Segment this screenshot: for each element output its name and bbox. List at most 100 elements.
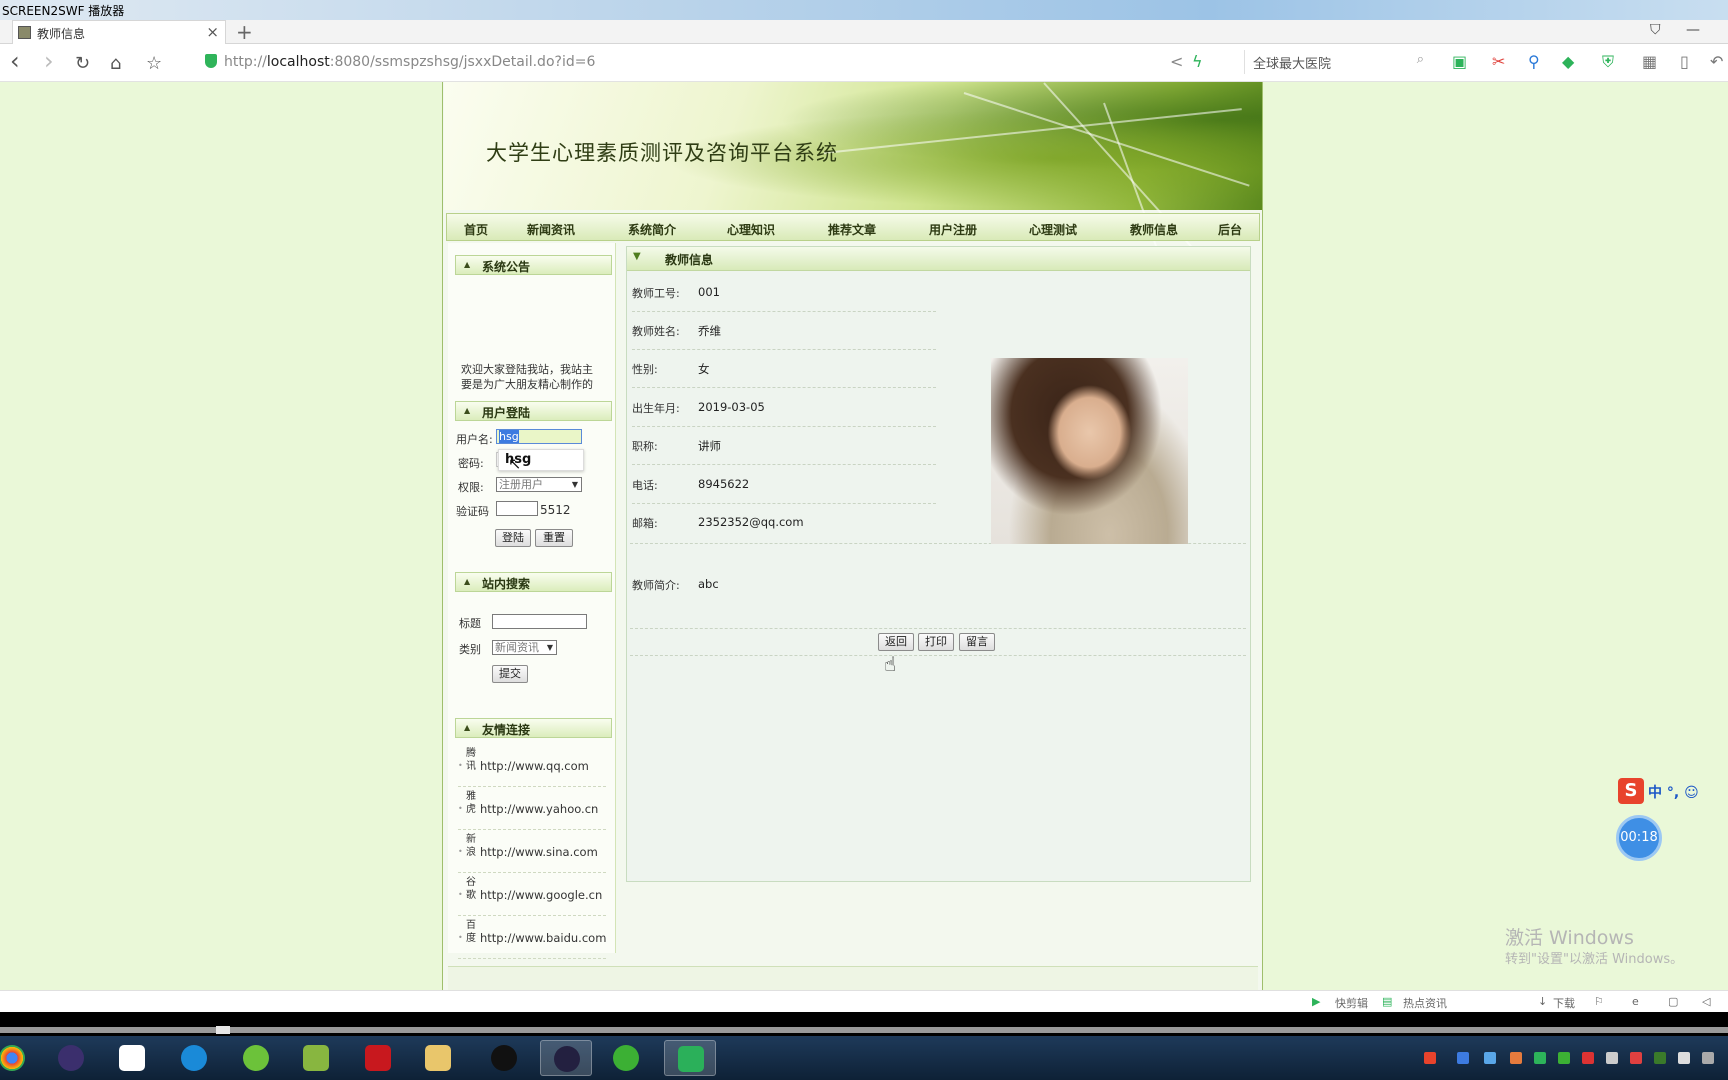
- notepad-app[interactable]: [290, 1040, 342, 1076]
- scissors-icon[interactable]: ✂: [1492, 52, 1505, 71]
- back-button[interactable]: 返回: [878, 633, 914, 651]
- link-url[interactable]: http://www.google.cn: [480, 888, 602, 902]
- role-select[interactable]: 注册用户 ▼: [496, 477, 582, 492]
- qq-app[interactable]: [478, 1040, 530, 1076]
- back-icon[interactable]: ‹: [10, 47, 20, 75]
- game-icon[interactable]: ◆: [1562, 52, 1574, 71]
- search-title-input[interactable]: [492, 614, 587, 629]
- link-item[interactable]: • 谷歌 http://www.google.cn: [458, 874, 606, 916]
- link-url[interactable]: http://www.qq.com: [480, 759, 589, 773]
- lightning-icon[interactable]: ϟ: [1192, 52, 1203, 71]
- link-url[interactable]: http://www.yahoo.cn: [480, 802, 598, 816]
- nav-register[interactable]: 用户注册: [929, 221, 977, 238]
- green-app[interactable]: [230, 1040, 282, 1076]
- link-item[interactable]: • 百度 http://www.baidu.com: [458, 917, 606, 959]
- tray-shield-icon[interactable]: [1534, 1052, 1546, 1064]
- tray-monitor-icon[interactable]: [1702, 1052, 1714, 1064]
- field-value: abc: [698, 577, 719, 591]
- nav-recommended[interactable]: 推荐文章: [828, 221, 876, 238]
- tray-color-icon[interactable]: [1510, 1052, 1522, 1064]
- window-icon[interactable]: ▢: [1668, 995, 1678, 1008]
- media-app[interactable]: [540, 1040, 592, 1076]
- share-icon[interactable]: <: [1170, 52, 1183, 71]
- volume-icon[interactable]: ◁: [1702, 995, 1710, 1008]
- tray-qq-icon[interactable]: [1630, 1052, 1642, 1064]
- flag-icon[interactable]: ⚐: [1594, 995, 1604, 1008]
- captcha-input[interactable]: [496, 501, 538, 516]
- notepad-icon: [303, 1045, 329, 1071]
- new-tab-button[interactable]: +: [236, 20, 253, 44]
- nav-admin[interactable]: 后台: [1218, 221, 1242, 238]
- tray-app-icon[interactable]: [1457, 1052, 1469, 1064]
- username-input[interactable]: hsg: [496, 429, 582, 444]
- hot-news-icon[interactable]: ▤: [1382, 995, 1392, 1008]
- hot-news-label[interactable]: 热点资讯: [1403, 995, 1447, 1011]
- tab-close-icon[interactable]: ×: [206, 23, 219, 41]
- nav-psych-knowledge[interactable]: 心理知识: [727, 221, 775, 238]
- print-button[interactable]: 打印: [918, 633, 954, 651]
- screen2swf-app[interactable]: [664, 1040, 716, 1076]
- link-url[interactable]: http://www.sina.com: [480, 845, 598, 859]
- security-icon[interactable]: ⛨: [1602, 52, 1614, 72]
- link-url[interactable]: http://www.baidu.com: [480, 931, 606, 945]
- find-icon[interactable]: ⚲: [1528, 52, 1540, 71]
- baidu-netdisk-app[interactable]: [106, 1040, 158, 1076]
- chrome-app[interactable]: [0, 1040, 38, 1076]
- link-item[interactable]: • 腾讯 http://www.qq.com: [458, 745, 606, 787]
- eclipse-app[interactable]: [45, 1040, 97, 1076]
- search-category-select[interactable]: 新闻资讯 ▼: [492, 640, 557, 655]
- ime-toolbar[interactable]: S 中 °, ☺: [1618, 778, 1728, 804]
- minimize-button[interactable]: —: [1686, 22, 1700, 38]
- forward-icon[interactable]: ›: [44, 47, 54, 75]
- download-icon[interactable]: ↓: [1538, 995, 1547, 1008]
- tray-wechat-icon[interactable]: [1558, 1052, 1570, 1064]
- link-item[interactable]: • 新浪 http://www.sina.com: [458, 831, 606, 873]
- apps-icon[interactable]: ▦: [1642, 52, 1657, 71]
- wechat-app[interactable]: [600, 1040, 652, 1076]
- ie-icon[interactable]: e: [1632, 995, 1639, 1008]
- bullet-icon: •: [458, 804, 463, 813]
- home-icon[interactable]: ⌂: [110, 53, 121, 74]
- nav-teacher-info[interactable]: 教师信息: [1130, 221, 1178, 238]
- undo-icon[interactable]: ↶: [1710, 52, 1723, 71]
- info-row-title: 职称: 讲师: [632, 427, 936, 465]
- search-icon[interactable]: ⌕: [1417, 52, 1424, 67]
- flash-app[interactable]: [352, 1040, 404, 1076]
- skin-icon[interactable]: ⛉: [1650, 22, 1661, 38]
- tray-alert-icon[interactable]: [1582, 1052, 1594, 1064]
- browser-tab[interactable]: 教师信息 ×: [12, 20, 226, 44]
- nav-home[interactable]: 首页: [464, 221, 488, 238]
- nav-news[interactable]: 新闻资讯: [527, 221, 575, 238]
- progress-track[interactable]: [0, 1027, 1728, 1033]
- tray-volume-icon[interactable]: [1678, 1052, 1690, 1064]
- tray-network-icon[interactable]: [1606, 1052, 1618, 1064]
- reset-button[interactable]: 重置: [535, 529, 573, 547]
- link-item[interactable]: • 雅虎 http://www.yahoo.cn: [458, 788, 606, 830]
- reading-icon[interactable]: ▯: [1680, 52, 1689, 71]
- reload-icon[interactable]: ↻: [75, 53, 90, 74]
- nav-system-intro[interactable]: 系统简介: [628, 221, 676, 238]
- login-button[interactable]: 登陆: [495, 529, 531, 547]
- quick-clip-label[interactable]: 快剪辑: [1335, 995, 1368, 1011]
- tray-sogou-icon[interactable]: [1424, 1052, 1436, 1064]
- search-box[interactable]: 全球最大医院 ⌕: [1244, 50, 1428, 74]
- bookmark-star-icon[interactable]: ☆: [146, 53, 162, 74]
- progress-knob[interactable]: [216, 1026, 230, 1034]
- hand-cursor-icon: ☝: [884, 652, 897, 676]
- tray-gpu-icon[interactable]: [1654, 1052, 1666, 1064]
- nav-psych-test[interactable]: 心理测试: [1029, 221, 1077, 238]
- browser-360-app[interactable]: [168, 1040, 220, 1076]
- address-bar[interactable]: http://localhost:8080/ssmspzshsg/jsxxDet…: [224, 54, 595, 70]
- translate-icon[interactable]: ▣: [1452, 52, 1467, 71]
- file-explorer-app[interactable]: [412, 1040, 464, 1076]
- folder-icon: [425, 1045, 451, 1071]
- download-label[interactable]: 下载: [1553, 995, 1575, 1011]
- info-row-email: 邮箱: 2352352@qq.com: [632, 504, 936, 542]
- tray-box-icon[interactable]: [1484, 1052, 1496, 1064]
- media-icon: [554, 1046, 580, 1072]
- message-button[interactable]: 留言: [959, 633, 995, 651]
- search-submit-button[interactable]: 提交: [492, 665, 528, 683]
- quick-clip-icon[interactable]: ▶: [1312, 995, 1320, 1008]
- field-label: 教师简介:: [632, 579, 680, 592]
- ime-mode-text[interactable]: 中 °, ☺: [1648, 782, 1699, 802]
